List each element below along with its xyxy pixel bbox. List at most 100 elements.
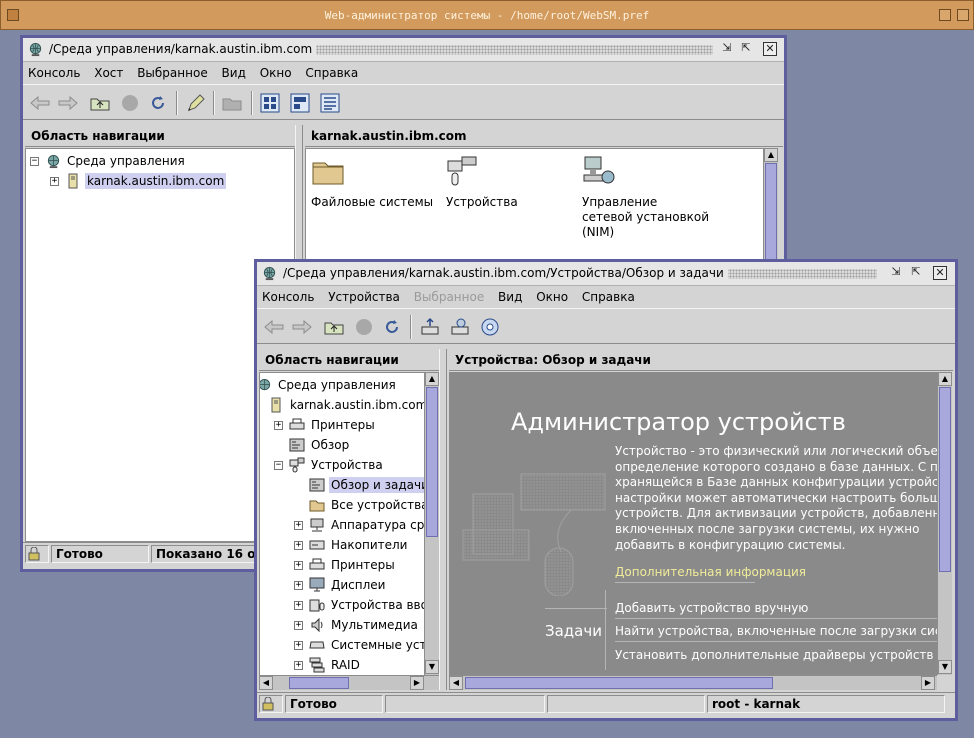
scroll-thumb[interactable] xyxy=(426,387,438,537)
expand-icon[interactable]: + xyxy=(294,580,303,590)
tree-item-host[interactable]: + karnak.austin.ibm.com xyxy=(50,171,227,191)
expand-icon[interactable]: + xyxy=(294,660,303,670)
content-vscroll[interactable]: ▲ ▼ xyxy=(937,372,952,675)
install-driver-icon[interactable] xyxy=(479,316,501,338)
nav-vscroll[interactable]: ▲ ▼ xyxy=(424,372,439,675)
pencil-icon[interactable] xyxy=(185,92,207,114)
tree-item-overview-tasks[interactable]: Обзор и задачи xyxy=(309,475,431,495)
overview-icon xyxy=(309,477,325,493)
expand-icon[interactable]: + xyxy=(294,520,303,530)
tree-item-multimedia[interactable]: + Мультимедиа xyxy=(294,615,420,635)
list-view-icon[interactable] xyxy=(319,92,341,114)
scroll-down-icon[interactable]: ▼ xyxy=(938,660,952,674)
menu-selected[interactable]: Выбранное xyxy=(409,286,490,304)
stop-icon[interactable] xyxy=(119,92,141,114)
close-icon[interactable]: ✕ xyxy=(933,266,947,280)
tree-item-printers[interactable]: + Принтеры xyxy=(274,415,377,435)
back-window-titlebar[interactable]: /Среда управления/karnak.austin.ibm.com … xyxy=(23,38,784,62)
tree-item-input-devices[interactable]: + Устройства ввод xyxy=(294,595,438,615)
close-icon[interactable]: ✕ xyxy=(763,42,777,56)
nav-hscroll[interactable]: ◀ ▶ xyxy=(259,675,439,690)
pane-splitter[interactable] xyxy=(439,349,447,690)
expand-icon[interactable]: + xyxy=(294,620,303,630)
scroll-left-icon[interactable]: ◀ xyxy=(259,676,273,690)
back-arrow-icon[interactable] xyxy=(263,316,285,338)
description-line: устройств. Для активизации устройств, до… xyxy=(615,506,937,521)
menu-console[interactable]: Консоль xyxy=(257,286,319,304)
scroll-up-icon[interactable]: ▲ xyxy=(764,148,778,162)
minimize-icon[interactable]: ⇲ xyxy=(889,266,903,280)
menu-window[interactable]: Окно xyxy=(255,62,297,80)
tree-item-hardware[interactable]: + Аппаратура ср xyxy=(294,515,426,535)
tree-item-displays[interactable]: + Дисплеи xyxy=(294,575,387,595)
expand-icon[interactable]: + xyxy=(294,540,303,550)
item-filesystems[interactable]: Файловые системы xyxy=(311,155,441,210)
collapse-icon[interactable]: − xyxy=(274,460,283,470)
folder-disabled-icon[interactable] xyxy=(221,92,243,114)
tree-item-host[interactable]: karnak.austin.ibm.com xyxy=(268,395,429,415)
minimize-icon[interactable]: ⇲ xyxy=(720,42,734,56)
more-info-link[interactable]: Дополнительная информация xyxy=(615,565,806,579)
tree-item-all-devices[interactable]: Все устройства xyxy=(309,495,431,515)
task-install-drivers[interactable]: Установить дополнительные драйверы устро… xyxy=(615,648,937,662)
scroll-thumb[interactable] xyxy=(465,677,773,689)
menu-help[interactable]: Справка xyxy=(300,62,363,80)
description-line: настройки может автоматически настроить … xyxy=(615,490,937,505)
maximize-icon[interactable]: ⇱ xyxy=(739,42,753,56)
maximize-button[interactable] xyxy=(957,9,969,21)
scroll-down-icon[interactable]: ▼ xyxy=(425,660,439,674)
menu-view[interactable]: Вид xyxy=(493,286,527,304)
expand-icon[interactable]: + xyxy=(294,560,303,570)
task-add-device[interactable]: Добавить устройство вручную xyxy=(615,601,808,615)
tree-item-system-devices[interactable]: + Системные устр xyxy=(294,635,436,655)
refresh-icon[interactable] xyxy=(381,316,403,338)
scroll-left-icon[interactable]: ◀ xyxy=(449,676,463,690)
menu-host[interactable]: Хост xyxy=(89,62,128,80)
collapse-icon[interactable]: − xyxy=(30,156,39,166)
menu-selected[interactable]: Выбранное xyxy=(132,62,213,80)
tree-item-printers-2[interactable]: + Принтеры xyxy=(294,555,397,575)
find-device-icon[interactable] xyxy=(449,316,471,338)
large-icons-view-icon[interactable] xyxy=(259,92,281,114)
app-titlebar[interactable]: Web-администратор системы - /home/root/W… xyxy=(0,0,974,30)
tree-item-storage[interactable]: + Накопители xyxy=(294,535,409,555)
tree-item-env[interactable]: Среда управления xyxy=(260,375,398,395)
tree-item-env[interactable]: − Среда управления xyxy=(30,151,187,171)
forward-arrow-icon[interactable] xyxy=(291,316,313,338)
minimize-button[interactable] xyxy=(939,9,951,21)
scroll-thumb[interactable] xyxy=(289,677,349,689)
tree-item-raid[interactable]: + RAID xyxy=(294,655,362,675)
menu-devices[interactable]: Устройства xyxy=(323,286,405,304)
menu-view[interactable]: Вид xyxy=(217,62,251,80)
refresh-icon[interactable] xyxy=(147,92,169,114)
up-level-icon[interactable] xyxy=(89,92,111,114)
stop-icon[interactable] xyxy=(353,316,375,338)
expand-icon[interactable]: + xyxy=(274,420,283,430)
expand-icon[interactable]: + xyxy=(50,176,59,186)
add-device-icon[interactable] xyxy=(419,316,441,338)
scroll-thumb[interactable] xyxy=(939,387,951,572)
front-window-titlebar[interactable]: /Среда управления/karnak.austin.ibm.com/… xyxy=(257,262,955,286)
back-arrow-icon[interactable] xyxy=(29,92,51,114)
menu-console[interactable]: Консоль xyxy=(23,62,85,80)
task-find-devices[interactable]: Найти устройства, включенные после загру… xyxy=(615,624,937,638)
details-view-icon[interactable] xyxy=(289,92,311,114)
item-devices[interactable]: Устройства xyxy=(446,155,576,210)
scroll-up-icon[interactable]: ▲ xyxy=(938,372,952,386)
expand-icon[interactable]: + xyxy=(294,640,303,650)
maximize-icon[interactable]: ⇱ xyxy=(909,266,923,280)
content-hscroll[interactable]: ◀ ▶ xyxy=(449,675,937,690)
tree-item-overview[interactable]: Обзор xyxy=(289,435,351,455)
forward-arrow-icon[interactable] xyxy=(57,92,79,114)
description-line: определение которого создано в базе данн… xyxy=(615,459,937,474)
scroll-up-icon[interactable]: ▲ xyxy=(425,372,439,386)
up-level-icon[interactable] xyxy=(323,316,345,338)
expand-icon[interactable]: + xyxy=(294,600,303,610)
front-window: /Среда управления/karnak.austin.ibm.com/… xyxy=(254,259,958,721)
menu-help[interactable]: Справка xyxy=(577,286,640,304)
menu-window[interactable]: Окно xyxy=(531,286,573,304)
tree-item-devices[interactable]: − Устройства xyxy=(274,455,385,475)
scroll-right-icon[interactable]: ▶ xyxy=(410,676,424,690)
item-nim[interactable]: Управление сетевой установкой (NIM) xyxy=(582,155,712,240)
scroll-right-icon[interactable]: ▶ xyxy=(921,676,935,690)
